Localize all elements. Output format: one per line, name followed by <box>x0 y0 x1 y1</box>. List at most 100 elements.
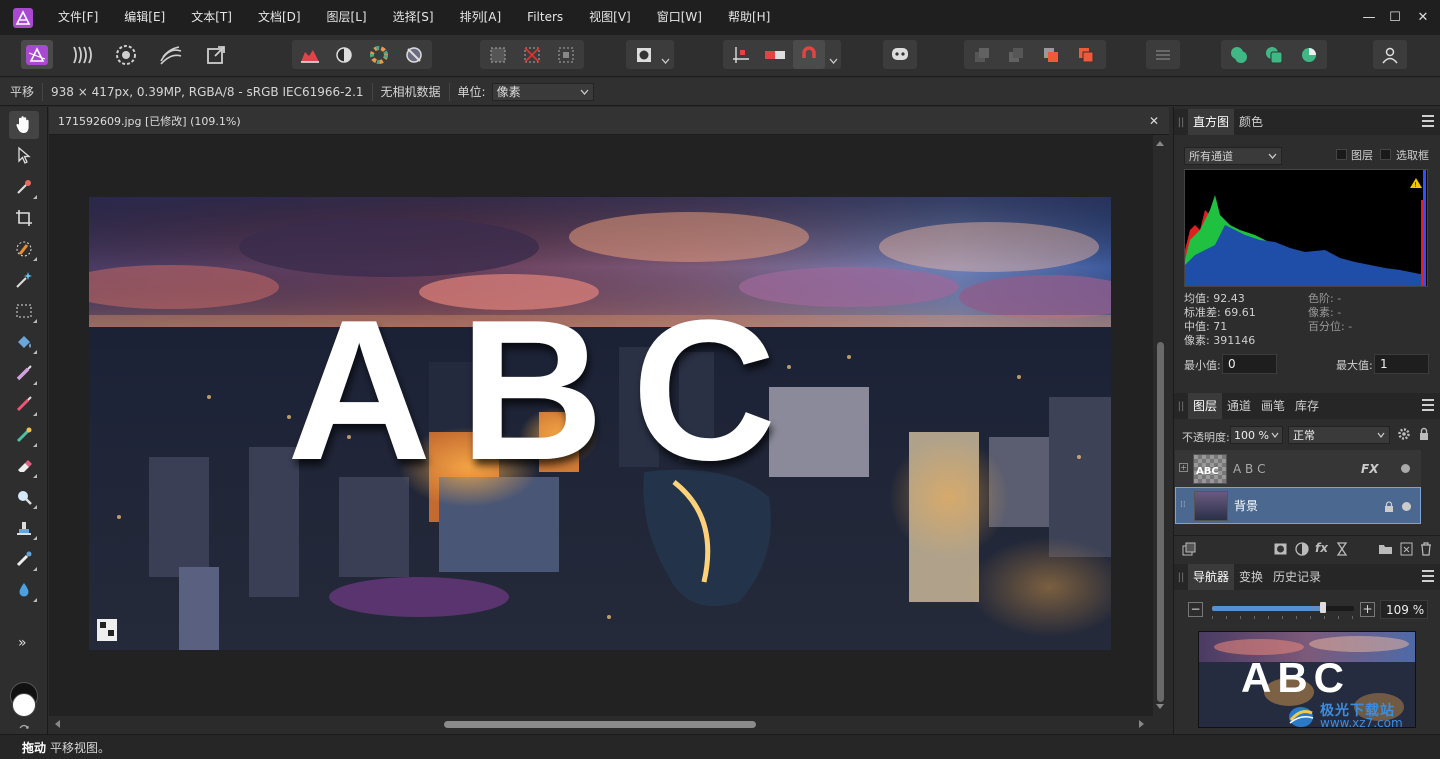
layer-row-abc[interactable]: + ABC A B C FX <box>1175 450 1421 487</box>
panel-menu-icon[interactable] <box>1422 115 1434 127</box>
hand-tool-icon[interactable] <box>9 111 39 139</box>
scroll-right-icon[interactable] <box>1139 720 1144 728</box>
zoom-value-field[interactable]: 109 % <box>1380 600 1428 619</box>
dodge-tool-icon[interactable] <box>9 483 39 511</box>
layer-drag-handle-icon[interactable]: ⁞⁞ <box>1180 500 1186 510</box>
account-icon[interactable] <box>1374 40 1406 69</box>
liquify-persona-icon[interactable] <box>66 40 98 69</box>
close-document-icon[interactable]: ✕ <box>1149 114 1159 128</box>
intersect-boolean-icon[interactable] <box>1293 40 1325 69</box>
auto-contrast-icon[interactable] <box>328 40 360 69</box>
app-logo-icon[interactable] <box>13 7 33 28</box>
tab-channels[interactable]: 通道 <box>1222 393 1256 419</box>
fill-tool-icon[interactable] <box>9 328 39 356</box>
mask-layer-icon[interactable] <box>1274 543 1287 555</box>
add-pixel-layer-icon[interactable] <box>1400 542 1413 556</box>
zoom-slider-handle[interactable] <box>1319 602 1326 613</box>
menu-window[interactable]: 窗口[W] <box>644 0 715 35</box>
panel-grip-icon[interactable]: || <box>1174 572 1188 583</box>
clone-tool-icon[interactable] <box>9 514 39 542</box>
layer-checkbox[interactable] <box>1336 149 1347 160</box>
expand-layer-icon[interactable]: + <box>1179 463 1188 472</box>
menu-select[interactable]: 选择[S] <box>380 0 447 35</box>
auto-white-balance-icon[interactable] <box>398 40 430 69</box>
tab-histogram[interactable]: 直方图 <box>1188 109 1235 135</box>
marquee-checkbox[interactable] <box>1380 149 1391 160</box>
menu-file[interactable]: 文件[F] <box>45 0 111 35</box>
tab-brushes[interactable]: 画笔 <box>1256 393 1290 419</box>
menu-edit[interactable]: 编辑[E] <box>111 0 178 35</box>
live-filter-icon[interactable] <box>1336 542 1348 556</box>
brush-tool-icon[interactable] <box>9 390 39 418</box>
visibility-dot-icon[interactable] <box>1401 464 1410 473</box>
quick-mask-dropdown-icon[interactable] <box>661 53 670 67</box>
visibility-dot-icon[interactable] <box>1402 502 1411 511</box>
horizontal-scrollbar[interactable] <box>49 716 1153 732</box>
rectangle-marquee-tool-icon[interactable] <box>9 297 39 325</box>
layer-fx-icon[interactable]: fx <box>1315 541 1328 555</box>
export-persona-icon[interactable] <box>200 40 232 69</box>
photo-persona-icon[interactable] <box>21 40 53 69</box>
close-window-button[interactable]: ✕ <box>1406 0 1440 35</box>
move-back-one-icon[interactable] <box>1000 40 1032 69</box>
layer-settings-gear-icon[interactable] <box>1397 427 1411 444</box>
deselect-icon[interactable] <box>516 40 548 69</box>
scroll-up-icon[interactable] <box>1156 141 1164 146</box>
move-to-front-icon[interactable] <box>1070 40 1102 69</box>
zoom-out-button[interactable]: − <box>1188 602 1203 617</box>
tab-layers[interactable]: 图层 <box>1188 393 1223 419</box>
select-all-icon[interactable] <box>482 40 514 69</box>
panel-grip-icon[interactable]: || <box>1174 401 1188 412</box>
auto-levels-icon[interactable] <box>294 40 326 69</box>
move-tool-icon[interactable] <box>9 141 39 169</box>
zoom-in-button[interactable]: + <box>1360 602 1375 617</box>
flood-select-tool-icon[interactable] <box>9 266 39 294</box>
quick-mask-icon[interactable] <box>628 40 660 69</box>
tab-transform[interactable]: 变换 <box>1234 564 1268 590</box>
adjustment-layer-icon[interactable] <box>1295 542 1309 556</box>
layer-row-background[interactable]: ⁞⁞ 背景 <box>1175 487 1421 524</box>
move-to-back-icon[interactable] <box>966 40 998 69</box>
channel-select[interactable]: 所有通道 <box>1184 147 1282 165</box>
scroll-down-icon[interactable] <box>1156 704 1164 709</box>
magnet-snap-icon[interactable] <box>793 40 825 69</box>
more-tools-button[interactable]: » <box>18 635 27 651</box>
menu-arrange[interactable]: 排列[A] <box>447 0 515 35</box>
layer-lock-icon[interactable] <box>1384 501 1394 512</box>
tone-mapping-persona-icon[interactable] <box>155 40 187 69</box>
move-forward-one-icon[interactable] <box>1035 40 1067 69</box>
panel-menu-icon[interactable] <box>1422 399 1434 411</box>
tab-history[interactable]: 历史记录 <box>1268 564 1326 590</box>
horizontal-scroll-thumb[interactable] <box>444 721 756 728</box>
opacity-select[interactable]: 100 % <box>1230 426 1283 444</box>
panel-grip-icon[interactable]: || <box>1174 117 1188 128</box>
assistant-icon[interactable] <box>884 40 916 69</box>
mask-toggle-icon[interactable] <box>759 40 791 69</box>
auto-colors-icon[interactable] <box>363 40 395 69</box>
menu-view[interactable]: 视图[V] <box>576 0 644 35</box>
align-icon[interactable] <box>1147 40 1179 69</box>
menu-help[interactable]: 帮助[H] <box>715 0 783 35</box>
add-boolean-icon[interactable] <box>1223 40 1255 69</box>
primary-color-swatch[interactable] <box>12 693 36 717</box>
snap-dropdown-icon[interactable] <box>829 53 838 67</box>
snapping-icon[interactable] <box>725 40 757 69</box>
min-value-field[interactable]: 0 <box>1222 354 1277 374</box>
inpainting-tool-icon[interactable] <box>9 545 39 573</box>
develop-persona-icon[interactable] <box>110 40 142 69</box>
delete-layer-icon[interactable] <box>1420 542 1432 556</box>
color-picker-tool-icon[interactable] <box>9 173 39 201</box>
invert-selection-icon[interactable] <box>550 40 582 69</box>
panel-menu-icon[interactable] <box>1422 570 1434 582</box>
vertical-scroll-thumb[interactable] <box>1157 342 1164 702</box>
max-value-field[interactable]: 1 <box>1374 354 1429 374</box>
swap-colors-icon[interactable] <box>18 719 30 733</box>
lock-icon[interactable] <box>1418 427 1430 444</box>
tab-navigator[interactable]: 导航器 <box>1188 564 1235 590</box>
fx-icon[interactable]: FX <box>1361 462 1378 476</box>
menu-layer[interactable]: 图层[L] <box>314 0 380 35</box>
menu-text[interactable]: 文本[T] <box>178 0 245 35</box>
menu-document[interactable]: 文档[D] <box>245 0 314 35</box>
document-tab[interactable]: 171592609.jpg [已修改] (109.1%) ✕ <box>49 107 1169 135</box>
vertical-scrollbar[interactable] <box>1153 135 1169 716</box>
